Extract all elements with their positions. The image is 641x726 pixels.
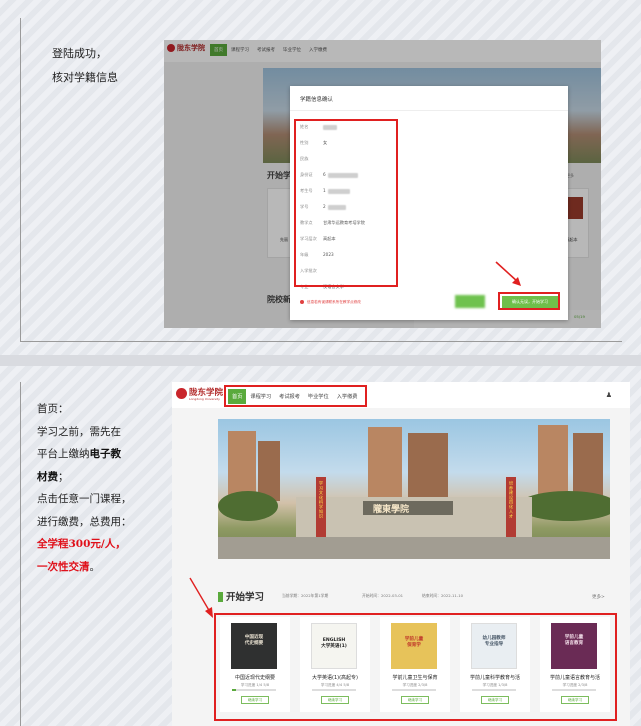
- caption-text: 。: [89, 560, 101, 573]
- caption-line: 学习之前，需先在: [37, 425, 121, 438]
- caption-line: 首页：: [37, 403, 69, 415]
- highlight-box-confirm: [498, 292, 560, 310]
- caption-line: 登陆成功，: [52, 47, 107, 60]
- annotation-arrow-icon: [495, 261, 521, 286]
- user-icon[interactable]: ♟: [606, 391, 612, 399]
- section-title: 开始学习: [226, 592, 265, 603]
- school-logo-icon: [176, 388, 187, 399]
- section-accent: [218, 592, 223, 602]
- slide-frame-bottom: [20, 341, 622, 342]
- caption-line: 点击任意一门课程，: [37, 493, 132, 505]
- caption-price: 一次性交清: [37, 560, 90, 573]
- end-date: 结束时间：2022-11-10: [422, 593, 464, 598]
- gate-sign: 隴東學院: [373, 505, 410, 515]
- pillar-slogan: 培养建设四化人才: [509, 481, 514, 519]
- caption-line: 材费；: [37, 466, 157, 489]
- slide-caption: 首页： 学习之前，需先在 平台上缴纳电子教 材费； 点击任意一门课程， 进行缴费…: [37, 398, 157, 578]
- more-link[interactable]: 更多>: [592, 594, 605, 600]
- start-date: 开始时间：2022-03-01: [362, 593, 404, 598]
- screenshot-student-confirm: 陇东学院 首页 课程学习 考试报考 毕业学位 入学缴费 开始学 院校新 先丽 (…: [164, 40, 601, 328]
- campus-banner: 隴東學院 学习文化科学知识 培养建设四化人才: [218, 419, 610, 559]
- current-term: 当前学期：2022年第1学期: [282, 593, 329, 598]
- modal-divider: [290, 110, 568, 111]
- annotation-arrow-icon: [189, 577, 213, 618]
- school-logo-subtitle: Longdong University: [189, 397, 220, 401]
- redacted-button[interactable]: [455, 295, 485, 308]
- slide-frame-left: [20, 18, 21, 341]
- caption-line: 进行缴费，总费用：: [37, 515, 132, 528]
- warning-icon: [300, 300, 304, 304]
- caption-price: 全学程300元/人，: [37, 538, 126, 550]
- banner-building: [408, 433, 448, 499]
- modal-title: 学籍信息确认: [300, 97, 334, 103]
- caption-line: 核对学籍信息: [52, 71, 118, 84]
- caption-text: ；: [58, 470, 69, 483]
- pillar-slogan: 学习文化科学知识: [319, 481, 324, 519]
- caption-emphasis: 材费: [37, 470, 58, 483]
- warning-note: 信息若有误请联系所在教学点修改: [300, 300, 361, 305]
- warning-text: 信息若有误请联系所在教学点修改: [307, 300, 361, 304]
- screenshot-homepage: 陇东学院 Longdong University 首页 课程学习 考试报考 毕业…: [172, 382, 630, 726]
- tutorial-slide-homepage: 首页： 学习之前，需先在 平台上缴纳电子教 材费； 点击任意一门课程， 进行缴费…: [0, 366, 641, 726]
- banner-tree: [218, 491, 278, 521]
- banner-building: [368, 427, 402, 499]
- caption-emphasis: 电子教: [89, 448, 122, 460]
- caption-line: 平台上缴纳电子教: [37, 443, 157, 466]
- highlight-box-nav: [224, 385, 367, 407]
- highlight-box-courses: [214, 613, 617, 721]
- slide-caption: 登陆成功， 核对学籍信息: [52, 42, 118, 90]
- caption-text: 平台上缴纳: [37, 448, 90, 460]
- tutorial-slide-login: 登陆成功， 核对学籍信息 陇东学院 首页 课程学习 考试报考 毕业学位 入学缴费…: [0, 0, 641, 355]
- highlight-box-info: [294, 119, 398, 287]
- caption-line: 一次性交清。: [37, 556, 157, 579]
- banner-plaza: [218, 537, 610, 559]
- slide-frame-left: [20, 382, 21, 726]
